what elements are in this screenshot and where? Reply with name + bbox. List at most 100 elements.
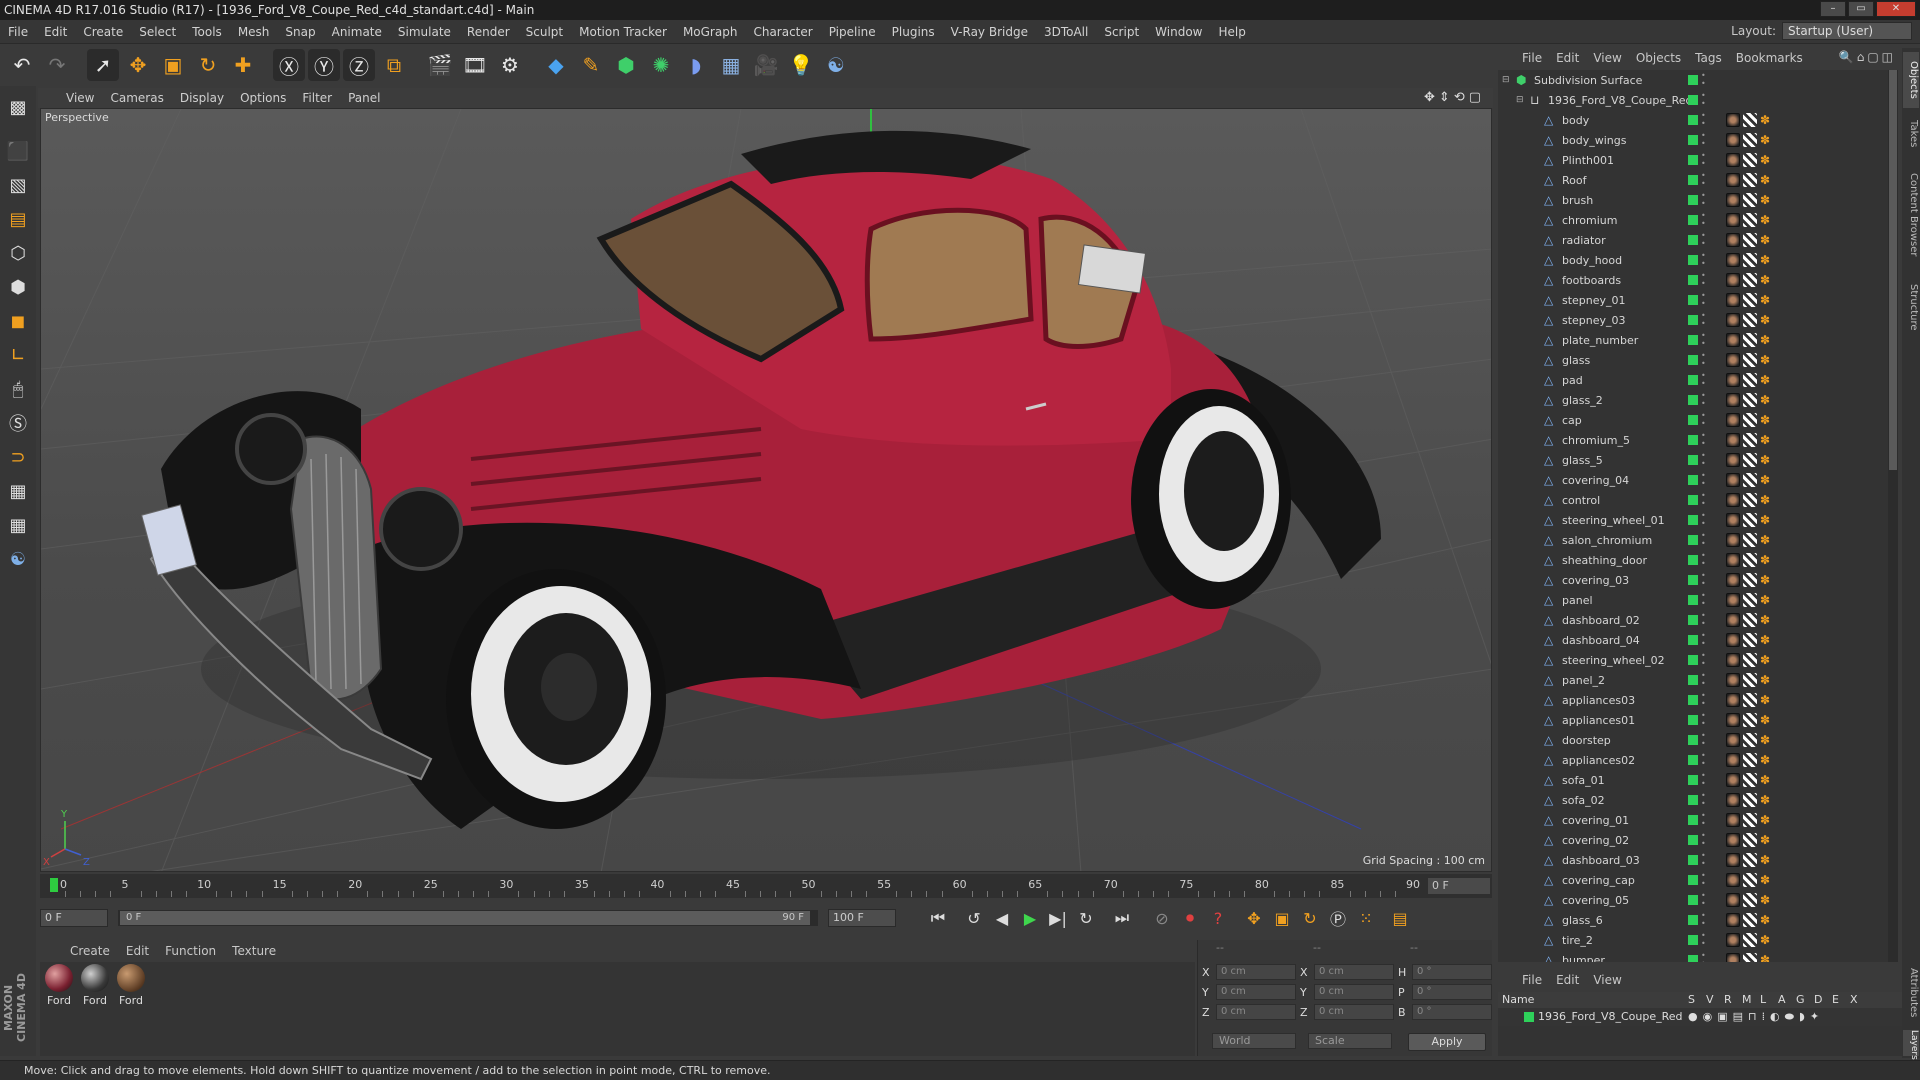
apply-button[interactable]: Apply (1408, 1033, 1486, 1051)
object-tree-row[interactable]: △ covering_01 • • ✽ (1498, 810, 1888, 830)
layer-color-chip[interactable] (1688, 95, 1698, 105)
tweak-icon[interactable]: 🖱 (3, 374, 33, 404)
scale-icon[interactable]: ▣ (157, 49, 189, 81)
viewport-nav-icons[interactable]: ✥⇕⟲▢ (1424, 90, 1485, 105)
expand-toggle-icon[interactable]: ⊟ (1516, 95, 1524, 105)
phong-tag-icon[interactable]: ✽ (1760, 533, 1774, 547)
phong-tag-icon[interactable]: ✽ (1760, 133, 1774, 147)
layer-color-chip[interactable] (1688, 75, 1698, 85)
uvw-tag-icon[interactable] (1743, 293, 1757, 307)
object-tree-row[interactable]: △ bumper •• ✽ (1498, 950, 1888, 962)
workplane-icon[interactable]: ▤ (3, 204, 33, 234)
visibility-dots-icon[interactable]: •• (1701, 672, 1706, 688)
phong-tag-icon[interactable]: ✽ (1760, 453, 1774, 467)
visibility-dots-icon[interactable]: •• (1701, 392, 1706, 408)
uvw-tag-icon[interactable] (1743, 653, 1757, 667)
material-tag-icon[interactable] (1726, 593, 1740, 607)
object-tree-row[interactable]: △ chromium_5 • • ✽ (1498, 430, 1888, 450)
start-frame-field[interactable]: 0 F (40, 909, 108, 927)
material-tag-icon[interactable] (1726, 213, 1740, 227)
python-icon[interactable]: ☯ (820, 49, 852, 81)
step-forward-icon[interactable]: ▶| (1044, 904, 1072, 932)
uvw-tag-icon[interactable] (1743, 693, 1757, 707)
phong-tag-icon[interactable]: ✽ (1760, 433, 1774, 447)
phong-tag-icon[interactable]: ✽ (1760, 693, 1774, 707)
size-y-field[interactable]: 0 cm (1314, 984, 1394, 1000)
key-rotation-icon[interactable]: ↻ (1296, 904, 1324, 932)
material-tag-icon[interactable] (1726, 513, 1740, 527)
phong-tag-icon[interactable]: ✽ (1760, 313, 1774, 327)
viewport-menu-display[interactable]: Display (180, 91, 234, 105)
object-tree-row[interactable]: ⊟ ⬢ Subdivision Surface • • (1498, 70, 1888, 90)
object-tree-row[interactable]: △ plate_number • • ✽ (1498, 330, 1888, 350)
layer-color-chip[interactable] (1688, 475, 1698, 485)
object-tree-row[interactable]: △ covering_05 • • ✽ (1498, 890, 1888, 910)
phong-tag-icon[interactable]: ✽ (1760, 873, 1774, 887)
material-tag-icon[interactable] (1726, 473, 1740, 487)
object-tree-row[interactable]: △ glass • • ✽ (1498, 350, 1888, 370)
object-tree-row[interactable]: △ covering_03 • • ✽ (1498, 570, 1888, 590)
key-scale-icon[interactable]: ▣ (1268, 904, 1296, 932)
menu-create[interactable]: Create (75, 25, 131, 39)
uvw-tag-icon[interactable] (1743, 253, 1757, 267)
phong-tag-icon[interactable]: ✽ (1760, 273, 1774, 287)
material-tag-icon[interactable] (1726, 433, 1740, 447)
layer-color-chip[interactable] (1688, 775, 1698, 785)
menu-mesh[interactable]: Mesh (230, 25, 278, 39)
uvw-tag-icon[interactable] (1743, 473, 1757, 487)
layer-color-chip[interactable] (1688, 335, 1698, 345)
visibility-dots-icon[interactable]: •• (1701, 832, 1706, 848)
layer-color-chip[interactable] (1688, 215, 1698, 225)
layer-color-chip[interactable] (1688, 795, 1698, 805)
viewport-menu-cameras[interactable]: Cameras (110, 91, 173, 105)
material-tag-icon[interactable] (1726, 793, 1740, 807)
material-tag-icon[interactable] (1726, 713, 1740, 727)
visibility-dots-icon[interactable]: •• (1701, 112, 1706, 128)
tab-attributes[interactable]: Attributes (1903, 958, 1919, 1028)
visibility-dots-icon[interactable]: •• (1701, 352, 1706, 368)
uvw-tag-icon[interactable] (1743, 233, 1757, 247)
visibility-dots-icon[interactable]: •• (1701, 852, 1706, 868)
material-tag-icon[interactable] (1726, 953, 1740, 962)
material-tag-icon[interactable] (1726, 233, 1740, 247)
object-tree-row[interactable]: △ body_wings • • ✽ (1498, 130, 1888, 150)
material-tag-icon[interactable] (1726, 313, 1740, 327)
material-tag-icon[interactable] (1726, 453, 1740, 467)
lock-workplane-icon[interactable]: ▦ (3, 476, 33, 506)
object-tree-row[interactable]: △ brush • • ✽ (1498, 190, 1888, 210)
visibility-dots-icon[interactable]: •• (1701, 372, 1706, 388)
visibility-dots-icon[interactable]: •• (1701, 952, 1706, 963)
visibility-dots-icon[interactable]: •• (1701, 772, 1706, 788)
snap-magnet-icon[interactable]: ⊃ (3, 442, 33, 472)
object-tree-row[interactable]: △ footboards • • ✽ (1498, 270, 1888, 290)
phong-tag-icon[interactable]: ✽ (1760, 233, 1774, 247)
viewport-menu-view[interactable]: View (66, 91, 104, 105)
frame-range-slider[interactable]: 0 F 90 F (118, 910, 818, 926)
layer-color-chip[interactable] (1688, 715, 1698, 725)
tab-content-browser[interactable]: Content Browser (1903, 160, 1919, 270)
points-mode-icon[interactable]: ⬡ (3, 238, 33, 268)
phong-tag-icon[interactable]: ✽ (1760, 333, 1774, 347)
menu-vray-bridge[interactable]: V-Ray Bridge (943, 25, 1036, 39)
goto-start-icon[interactable]: ⏮ (924, 904, 952, 932)
material-menu-create[interactable]: Create (70, 944, 126, 958)
phong-tag-icon[interactable]: ✽ (1760, 213, 1774, 227)
uvw-tag-icon[interactable] (1743, 553, 1757, 567)
object-tree-row[interactable]: △ appliances03 • • ✽ (1498, 690, 1888, 710)
solo-icon[interactable]: Ⓢ (3, 408, 33, 438)
position-x-field[interactable]: 0 cm (1216, 964, 1296, 980)
menu-3dtoall[interactable]: 3DToAll (1036, 25, 1096, 39)
layer-color-chip[interactable] (1688, 195, 1698, 205)
object-tree-row[interactable]: △ stepney_01 • • ✽ (1498, 290, 1888, 310)
layer-color-chip[interactable] (1688, 735, 1698, 745)
key-parameter-icon[interactable]: Ⓟ (1324, 904, 1352, 932)
tab-objects[interactable]: Objects (1903, 52, 1919, 108)
uvw-tag-icon[interactable] (1743, 513, 1757, 527)
object-tree-row[interactable]: ⊟ ⊔ 1936_Ford_V8_Coupe_Red • • (1498, 90, 1888, 110)
visibility-dots-icon[interactable]: •• (1701, 532, 1706, 548)
phong-tag-icon[interactable]: ✽ (1760, 193, 1774, 207)
visibility-dots-icon[interactable]: •• (1701, 212, 1706, 228)
uvw-tag-icon[interactable] (1743, 433, 1757, 447)
menu-select[interactable]: Select (131, 25, 184, 39)
phong-tag-icon[interactable]: ✽ (1760, 573, 1774, 587)
